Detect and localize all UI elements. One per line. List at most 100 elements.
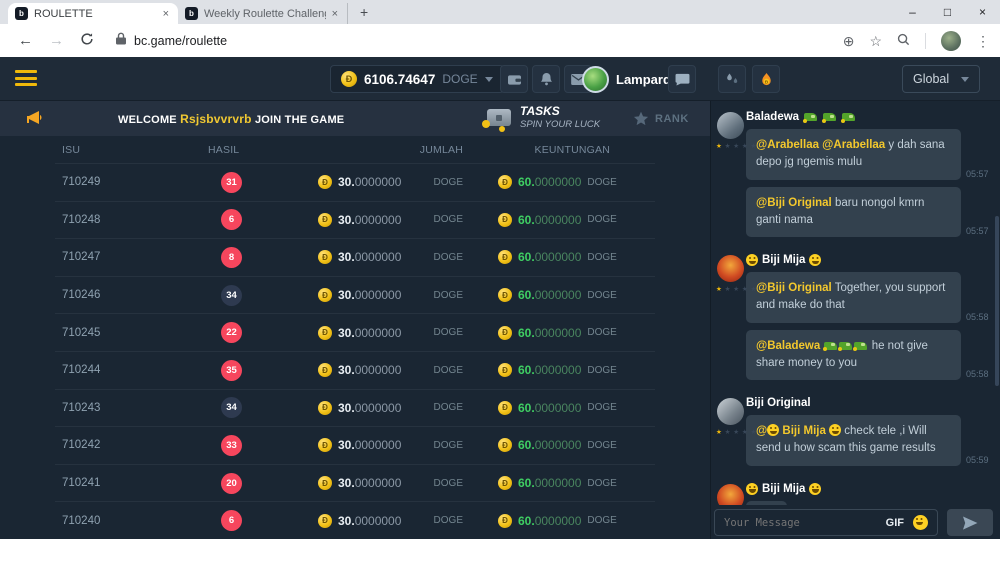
gif-button[interactable]: GIF (886, 517, 904, 529)
doge-coin-icon: Ð (318, 476, 332, 490)
bet-amount: Ð30.0000000DOGE (318, 514, 463, 528)
reload-icon[interactable] (80, 32, 94, 49)
wallet-button[interactable] (500, 65, 528, 93)
result-badge: 35 (221, 360, 242, 381)
message-input-box[interactable]: GIF (714, 509, 938, 536)
chat-username[interactable]: Biji Mija (746, 254, 992, 266)
doge-coin-icon: Ð (498, 175, 512, 189)
tab-close-icon[interactable]: × (330, 8, 340, 20)
hamburger-menu-icon[interactable] (15, 70, 37, 90)
back-icon[interactable]: ← (18, 33, 33, 48)
tasks-title: TASKS (520, 105, 600, 119)
emoji-picker-icon[interactable] (913, 515, 928, 530)
message-input[interactable] (724, 517, 877, 529)
profit-amount: Ð60.0000000DOGE (498, 250, 617, 264)
table-row[interactable]: 710248 6 Ð30.0000000DOGE Ð60.0000000DOGE (55, 201, 655, 239)
chat-message: @Baladewa he not give share money to you… (746, 330, 992, 381)
result-badge: 20 (221, 473, 242, 494)
coin-drop-button[interactable]: Ð (752, 65, 780, 93)
notifications-button[interactable] (532, 65, 560, 93)
chat-username[interactable]: Baladewa (746, 111, 992, 123)
tab-close-icon[interactable]: × (161, 8, 171, 20)
new-tab-button[interactable]: + (360, 5, 368, 19)
bet-amount: Ð30.0000000DOGE (318, 438, 463, 452)
lock-icon (116, 32, 126, 50)
doge-coin-icon: Ð (318, 401, 332, 415)
rain-button[interactable] (718, 65, 746, 93)
round-id: 710240 (62, 515, 208, 527)
table-row[interactable]: 710243 34 Ð30.0000000DOGE Ð60.0000000DOG… (55, 389, 655, 427)
chat-message: @Biji Original baru nongol kmrn ganti na… (746, 187, 992, 238)
bell-icon (540, 72, 553, 86)
close-icon[interactable]: × (965, 5, 1000, 19)
mention[interactable]: @ Biji Mija (756, 425, 841, 437)
laugh-emoji (767, 424, 779, 436)
bookmark-star-icon[interactable]: ☆ (869, 34, 882, 48)
forward-icon[interactable]: → (49, 33, 64, 48)
avatar[interactable] (717, 255, 744, 282)
round-id: 710245 (62, 327, 208, 339)
bet-amount: Ð30.0000000DOGE (318, 288, 463, 302)
chat-username[interactable]: Biji Mija (746, 483, 992, 495)
search-icon[interactable] (897, 33, 910, 48)
result-badge: 22 (221, 322, 242, 343)
avatar[interactable] (717, 112, 744, 139)
bet-amount: Ð30.0000000DOGE (318, 401, 463, 415)
chat-message: Ok 05:59 (746, 501, 992, 506)
chat-message: @ Biji Mija check tele ,i Will send u ho… (746, 415, 992, 466)
welcome-username: Rsjsbvvrvrb (180, 112, 252, 126)
rank-link[interactable]: RANK (633, 111, 689, 126)
browser-tab-strip: b ROULETTE × b Weekly Roulette Challenge… (0, 0, 1000, 24)
chat-scrollbar[interactable] (995, 216, 999, 386)
browser-menu-icon[interactable]: ⋮ (976, 34, 990, 48)
treasure-chest-icon (487, 109, 511, 126)
table-row[interactable]: 710240 6 Ð30.0000000DOGE Ð60.0000000DOGE (55, 501, 655, 539)
tab-roulette[interactable]: b ROULETTE × (8, 3, 178, 24)
round-id: 710243 (62, 402, 208, 414)
address-bar[interactable]: bc.game/roulette (116, 32, 227, 50)
table-row[interactable]: 710245 22 Ð30.0000000DOGE Ð60.0000000DOG… (55, 313, 655, 351)
chat-username[interactable]: Biji Original (746, 397, 992, 409)
balance-amount: 6106.74647 (364, 72, 435, 87)
avatar[interactable] (717, 484, 744, 506)
laugh-emoji (809, 483, 821, 495)
table-row[interactable]: 710246 34 Ð30.0000000DOGE Ð60.0000000DOG… (55, 276, 655, 314)
round-id: 710242 (62, 439, 208, 451)
table-row[interactable]: 710241 20 Ð30.0000000DOGE Ð60.0000000DOG… (55, 464, 655, 502)
tasks-link[interactable]: TASKS SPIN YOUR LUCK (487, 105, 600, 130)
chat-toggle-button[interactable] (668, 65, 696, 93)
profit-amount: Ð60.0000000DOGE (498, 175, 617, 189)
tab-weekly-challenge[interactable]: b Weekly Roulette Challenge - Win × (178, 3, 348, 24)
minimize-icon[interactable]: – (895, 5, 930, 19)
welcome-banner: WELCOME Rsjsbvvrvrb JOIN THE GAME TASKS … (0, 101, 710, 136)
result-badge: 34 (221, 397, 242, 418)
url-text[interactable]: bc.game/roulette (134, 34, 227, 48)
mention[interactable]: @Baladewa (756, 340, 820, 352)
table-row[interactable]: 710244 35 Ð30.0000000DOGE Ð60.0000000DOG… (55, 351, 655, 389)
send-button[interactable] (947, 509, 993, 536)
chat-channel-selector[interactable]: Global (902, 65, 980, 93)
balance-currency: DOGE (442, 72, 477, 86)
rank-star-icon (633, 111, 649, 126)
round-id: 710248 (62, 214, 208, 226)
table-row[interactable]: 710247 8 Ð30.0000000DOGE Ð60.0000000DOGE (55, 238, 655, 276)
chat-group: ★ ★ ★ ★ ★ Biji Mija Ok 05:59 (711, 483, 994, 506)
chat-channel: Global (913, 72, 949, 86)
maximize-icon[interactable]: □ (930, 5, 965, 19)
mention[interactable]: @Biji Original (756, 282, 832, 294)
chat-message-list[interactable]: ★ ★ ★ ★ ★ Baladewa @Arabellaa @Arabellaa… (711, 111, 994, 505)
balance-selector[interactable]: Ð 6106.74647 DOGE (330, 65, 504, 93)
col-jumlah: JUMLAH (318, 144, 463, 156)
window-controls: – □ × (895, 0, 1000, 23)
toolbar-divider (925, 33, 926, 49)
doge-coin-icon: Ð (498, 401, 512, 415)
zoom-plus-icon[interactable]: ⊕ (843, 34, 855, 48)
browser-profile-avatar[interactable] (941, 31, 961, 51)
mention[interactable]: @Arabellaa @Arabellaa (756, 139, 885, 151)
avatar[interactable] (717, 398, 744, 425)
bet-amount: Ð30.0000000DOGE (318, 326, 463, 340)
table-row[interactable]: 710242 33 Ð30.0000000DOGE Ð60.0000000DOG… (55, 426, 655, 464)
table-row[interactable]: 710249 31 Ð30.0000000DOGE Ð60.0000000DOG… (55, 163, 655, 201)
site-favicon: b (15, 7, 28, 20)
mention[interactable]: @Biji Original (756, 197, 832, 209)
